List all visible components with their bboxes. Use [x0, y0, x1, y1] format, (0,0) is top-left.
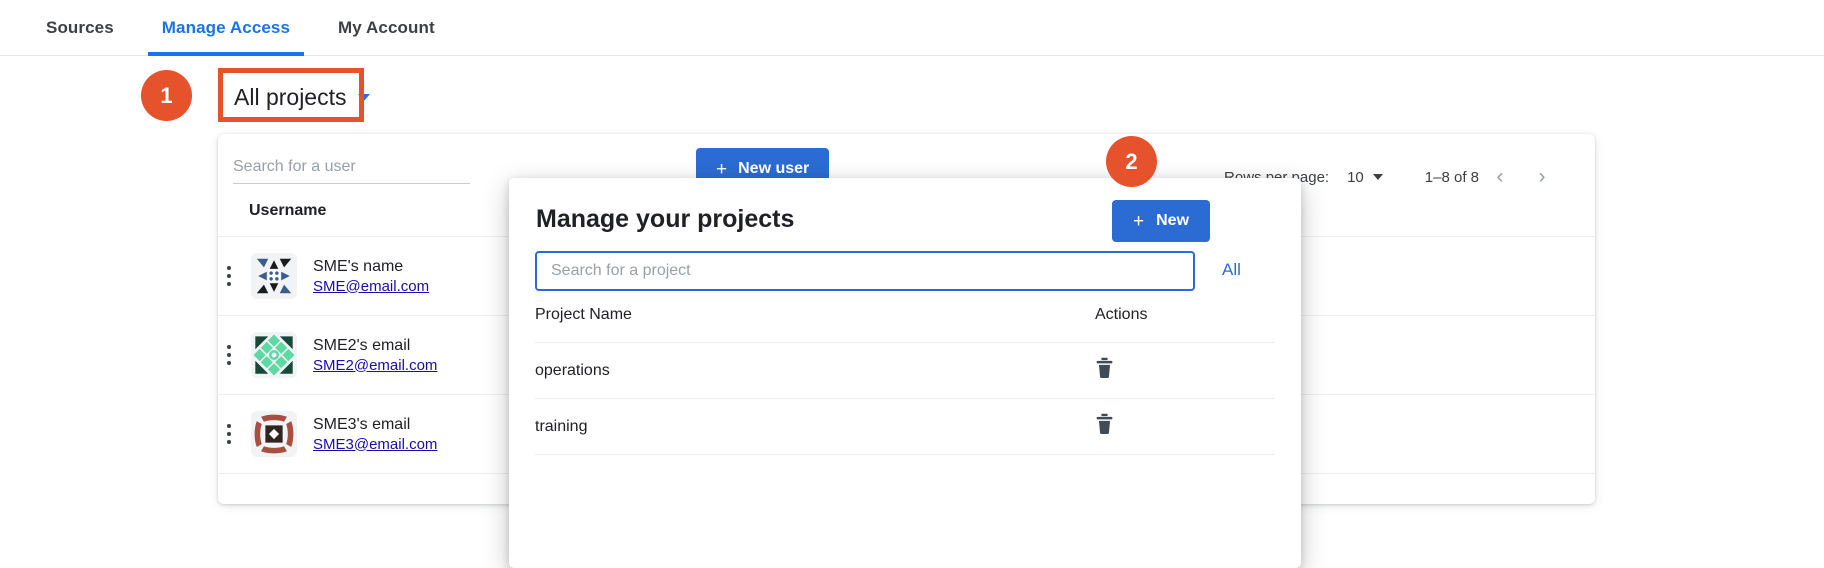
- table-row: operations: [535, 343, 1275, 399]
- plus-icon: +: [1133, 212, 1144, 231]
- new-project-button-label: New: [1156, 212, 1189, 230]
- top-navigation-bar: Sources Manage Access My Account: [0, 0, 1824, 56]
- tab-my-account[interactable]: My Account: [314, 0, 459, 56]
- delete-icon-glyph: [1095, 357, 1114, 379]
- delete-icon-glyph: [1095, 413, 1114, 435]
- tab-sources-label: Sources: [46, 18, 114, 38]
- identicon-avatar-sme2: [251, 332, 297, 378]
- chevron-down-icon: [358, 94, 370, 101]
- project-actions-cell: [1017, 343, 1275, 399]
- rows-per-page-value: 10: [1347, 169, 1364, 186]
- new-project-button[interactable]: + New: [1112, 200, 1210, 242]
- row-menu-icon[interactable]: [218, 345, 240, 365]
- projects-table-body: operations training: [535, 343, 1275, 455]
- projects-table-header: Project Name Actions: [535, 306, 1275, 343]
- user-name: SME3's email: [313, 414, 437, 435]
- project-name-cell: training: [535, 399, 1017, 455]
- modal-title: Manage your projects: [536, 205, 794, 234]
- project-name-cell: operations: [535, 343, 1017, 399]
- previous-page-icon[interactable]: ‹: [1479, 156, 1521, 198]
- plus-icon: +: [716, 160, 727, 179]
- search-user-input[interactable]: [233, 158, 470, 184]
- pagination-range: 1–8 of 8: [1425, 169, 1479, 186]
- tab-manage-access-label: Manage Access: [162, 18, 290, 38]
- identicon-avatar-sme: [251, 253, 297, 299]
- user-email[interactable]: SME@email.com: [313, 277, 429, 297]
- row-menu-icon[interactable]: [218, 266, 240, 286]
- new-user-button-label: New user: [738, 160, 809, 178]
- all-projects-link[interactable]: All: [1222, 260, 1241, 280]
- row-menu-icon[interactable]: [218, 424, 240, 444]
- all-projects-dropdown-value: All projects: [234, 82, 346, 112]
- callout-badge-1: 1: [141, 70, 192, 121]
- user-name: SME's name: [313, 256, 429, 277]
- projects-table: Project Name Actions operations: [535, 306, 1275, 455]
- identicon-avatar-sme3: [251, 411, 297, 457]
- search-project-input[interactable]: [535, 251, 1195, 291]
- next-page-icon[interactable]: ›: [1521, 156, 1563, 198]
- user-email[interactable]: SME3@email.com: [313, 435, 437, 455]
- column-header-project-name: Project Name: [535, 306, 1017, 343]
- chevron-down-icon: [1373, 174, 1383, 180]
- column-header-actions: Actions: [1017, 306, 1275, 343]
- rows-per-page-select[interactable]: 10: [1347, 169, 1383, 186]
- delete-icon[interactable]: [1095, 413, 1114, 435]
- manage-projects-modal: Manage your projects + New All Project N…: [509, 178, 1301, 568]
- user-email[interactable]: SME2@email.com: [313, 356, 437, 376]
- tab-manage-access[interactable]: Manage Access: [138, 0, 314, 56]
- delete-icon[interactable]: [1095, 357, 1114, 379]
- nav-tabs: Sources Manage Access My Account: [22, 0, 459, 56]
- tab-sources[interactable]: Sources: [22, 0, 138, 56]
- table-row: training: [535, 399, 1275, 455]
- tab-my-account-label: My Account: [338, 18, 435, 38]
- callout-badge-2: 2: [1106, 136, 1157, 187]
- all-projects-dropdown[interactable]: All projects: [222, 75, 382, 119]
- project-actions-cell: [1017, 399, 1275, 455]
- user-name: SME2's email: [313, 335, 437, 356]
